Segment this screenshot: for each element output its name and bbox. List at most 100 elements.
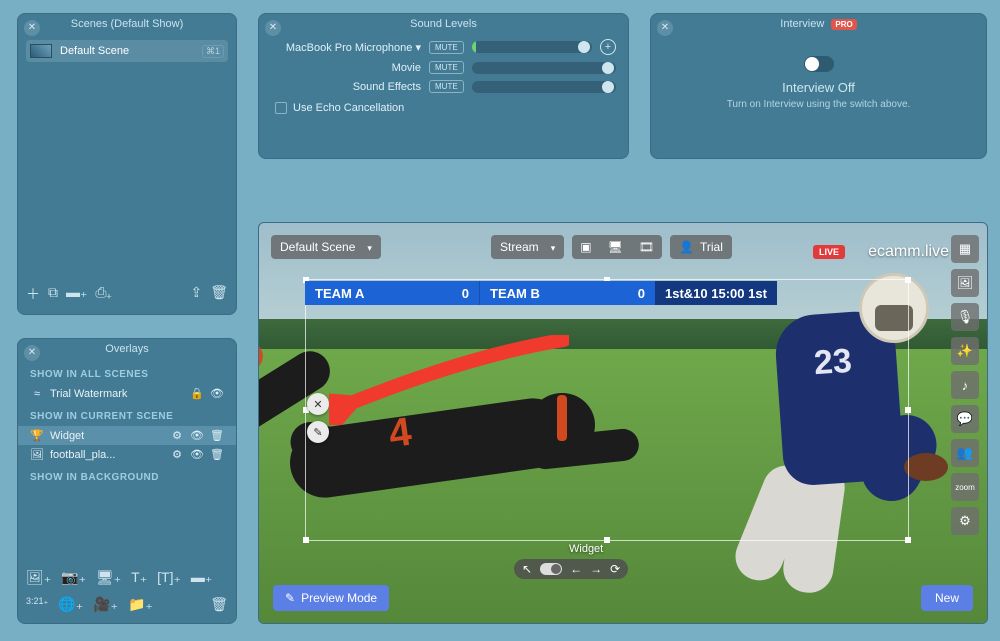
share-icon[interactable]: ⇪ (190, 284, 202, 304)
add-textbox-overlay-icon[interactable]: [T]₊ (157, 569, 181, 586)
preview-viewport: 23 4 TEAM A0 TEAM B0 1st&10 15:00 1st ✕ … (258, 222, 988, 624)
user-icon: 👤 (679, 240, 694, 254)
interview-subtext: Turn on Interview using the switch above… (651, 99, 986, 110)
video-source-icon[interactable]: 🎞 (631, 235, 662, 259)
account-pill[interactable]: 👤 Trial (670, 235, 732, 259)
music-icon[interactable]: ♪ (951, 371, 979, 399)
level-slider[interactable] (472, 62, 616, 74)
close-overlay-icon[interactable]: ✕ (307, 393, 329, 415)
picture-in-picture-icon[interactable]: 🖼 (951, 269, 979, 297)
screen-source-icon[interactable]: 🖥 (600, 235, 631, 259)
sound-source-row: Sound Effects MUTE (259, 77, 628, 96)
panel-title: Scenes (Default Show) (18, 14, 236, 36)
visibility-icon[interactable]: 👁 (210, 387, 224, 400)
camera-source-icon[interactable]: ▣ (572, 235, 599, 259)
add-screen-overlay-icon[interactable]: 🖥₊ (96, 569, 121, 586)
resize-handle[interactable] (905, 277, 911, 283)
scene-row[interactable]: Default Scene ⌘1 (26, 40, 228, 62)
sound-source-row: MacBook Pro Microphone ▾ MUTE + (259, 36, 628, 58)
stream-dropdown[interactable]: Stream (491, 235, 564, 259)
overlay-row[interactable]: 🖼 football_pla... ⚙ 👁 🗑 (18, 445, 236, 464)
overlay-name: football_pla... (50, 449, 164, 461)
checkbox-icon[interactable] (275, 102, 287, 114)
resize-handle[interactable] (905, 537, 911, 543)
overlay-row[interactable]: 🏆 Widget ⚙ 👁 🗑 (18, 426, 236, 445)
overlay-selection-box[interactable] (305, 279, 909, 541)
resize-handle[interactable] (905, 407, 911, 413)
overlay-visibility-toggle[interactable] (540, 563, 562, 575)
new-button[interactable]: New (921, 585, 973, 611)
zoom-button[interactable]: zoom (951, 473, 979, 501)
add-countdown-overlay-icon[interactable]: 3:21₊ (26, 596, 48, 613)
delete-icon[interactable]: 🗑 (210, 429, 224, 442)
delete-icon[interactable]: 🗑 (210, 448, 224, 461)
scene-name: Default Scene (60, 45, 202, 57)
visibility-icon[interactable]: 👁 (190, 429, 204, 442)
add-globe-overlay-icon[interactable]: 🌐₊ (58, 596, 83, 613)
chevron-down-icon: ▾ (415, 42, 421, 54)
mute-button[interactable]: MUTE (429, 80, 464, 93)
snapshot-icon[interactable]: ⎙₊ (95, 284, 111, 304)
sound-levels-panel: ✕ Sound Levels MacBook Pro Microphone ▾ … (258, 13, 629, 159)
scenes-footer-toolbar: ＋ ⧉ ▬₊ ⎙₊ ⇪ 🗑 (26, 284, 228, 304)
edit-overlay-icon[interactable]: ✎ (307, 421, 329, 443)
selection-popup-buttons: ✕ ✎ (307, 393, 329, 443)
chat-icon[interactable]: 💬 (951, 405, 979, 433)
sound-source-label[interactable]: MacBook Pro Microphone ▾ (271, 41, 421, 54)
mute-button[interactable]: MUTE (429, 41, 464, 54)
sound-source-label: Sound Effects (271, 81, 421, 93)
resize-handle[interactable] (604, 537, 610, 543)
close-icon[interactable]: ✕ (657, 20, 673, 36)
preview-mode-button[interactable]: ✎ Preview Mode (273, 585, 389, 611)
level-slider[interactable] (472, 81, 616, 93)
overlay-row[interactable]: ≈ Trial Watermark 🔒 👁 (18, 384, 236, 403)
scene-dropdown[interactable]: Default Scene (271, 235, 381, 259)
mute-button[interactable]: MUTE (429, 61, 464, 74)
scoreboard-overlay[interactable]: TEAM A0 TEAM B0 1st&10 15:00 1st (305, 281, 777, 305)
add-image-overlay-icon[interactable]: 🖼₊ (26, 569, 51, 586)
gear-icon[interactable]: ⚙ (170, 448, 184, 461)
refresh-icon[interactable]: ⟳ (610, 562, 620, 576)
pro-badge: PRO (831, 19, 856, 30)
add-video-overlay-icon[interactable]: 🎥₊ (93, 596, 118, 613)
echo-label: Use Echo Cancellation (293, 102, 404, 114)
interview-toggle[interactable] (804, 56, 834, 72)
lock-icon[interactable]: 🔒 (190, 387, 204, 400)
overlay-name: Widget (50, 430, 164, 442)
pencil-icon: ✎ (285, 591, 295, 605)
delete-overlay-icon[interactable]: 🗑 (210, 596, 228, 613)
add-text-overlay-icon[interactable]: T₊ (131, 569, 147, 586)
level-slider[interactable] (472, 41, 592, 53)
preview-top-toolbar: Default Scene (271, 235, 381, 259)
add-source-icon[interactable]: + (600, 39, 616, 55)
echo-cancellation-row[interactable]: Use Echo Cancellation (275, 102, 612, 114)
gear-icon[interactable]: ⚙ (170, 429, 184, 442)
close-icon[interactable]: ✕ (265, 20, 281, 36)
add-folder-overlay-icon[interactable]: 📁₊ (128, 596, 153, 613)
close-icon[interactable]: ✕ (24, 345, 40, 361)
microphone-icon[interactable]: 🎙 (951, 303, 979, 331)
scene-thumbnail-icon (30, 44, 52, 58)
interview-heading: Interview Off (651, 80, 986, 95)
settings-gear-icon[interactable]: ⚙ (951, 507, 979, 535)
cursor-icon[interactable]: ↖ (522, 562, 532, 576)
visibility-icon[interactable]: 👁 (190, 448, 204, 461)
add-scene-icon[interactable]: ＋ (26, 284, 40, 304)
close-icon[interactable]: ✕ (24, 20, 40, 36)
resize-handle[interactable] (303, 537, 309, 543)
panel-title: Overlays (18, 339, 236, 361)
new-folder-icon[interactable]: ▬₊ (66, 284, 87, 304)
guests-icon[interactable]: 👥 (951, 439, 979, 467)
magic-wand-icon[interactable]: ✨ (951, 337, 979, 365)
add-camera-overlay-icon[interactable]: 📷₊ (61, 569, 86, 586)
duplicate-scene-icon[interactable]: ⧉ (48, 284, 58, 304)
live-badge: LIVE (813, 245, 845, 259)
add-solid-overlay-icon[interactable]: ▬₊ (191, 569, 212, 586)
panel-title: Interview PRO (651, 14, 986, 36)
grid-view-icon[interactable]: ▦ (951, 235, 979, 263)
move-left-icon[interactable]: ← (570, 562, 582, 576)
overlay-name: Trial Watermark (50, 388, 184, 400)
sound-source-label: Movie (271, 62, 421, 74)
delete-icon[interactable]: 🗑 (210, 284, 228, 304)
move-right-icon[interactable]: → (590, 562, 602, 576)
